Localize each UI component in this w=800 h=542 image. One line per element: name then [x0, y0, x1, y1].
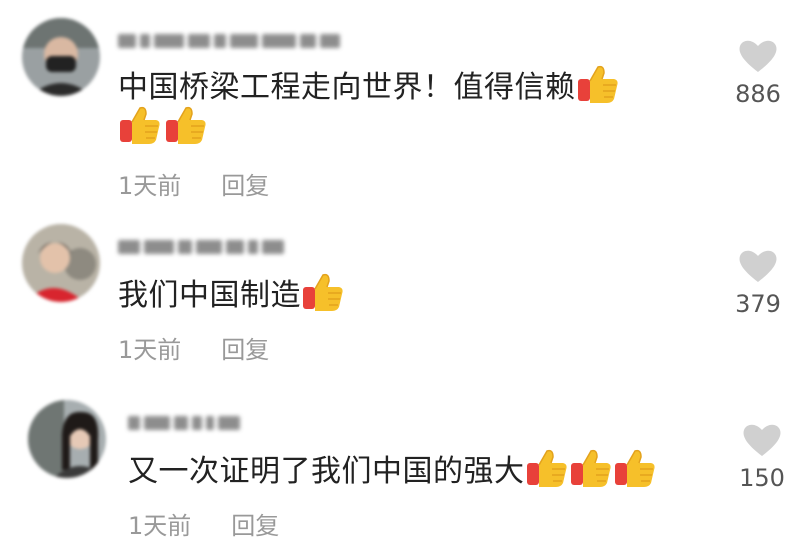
like-button[interactable]: 379 [718, 248, 798, 318]
username-blurred[interactable] [118, 30, 340, 52]
avatar[interactable] [22, 18, 100, 96]
comment-meta: 1天前 回复 [128, 506, 279, 541]
heart-icon [722, 422, 800, 458]
thumbs-up-emoji [118, 104, 162, 146]
thumbs-up-emoji [613, 447, 657, 489]
heart-icon [718, 248, 798, 284]
comment-time: 1天前 [118, 172, 182, 200]
thumbs-up-emoji [576, 63, 620, 105]
reply-button[interactable]: 回复 [221, 166, 269, 201]
comment-time: 1天前 [118, 336, 182, 364]
like-count: 379 [735, 290, 781, 318]
reply-button[interactable]: 回复 [221, 330, 269, 365]
heart-icon [718, 38, 798, 74]
comment-text: 我们中国制造 [118, 270, 345, 314]
thumbs-up-emoji [164, 104, 208, 146]
like-button[interactable]: 150 [722, 422, 800, 492]
comment-item-2: 我们中国制造 1天前 回复 379 [0, 200, 800, 370]
comment-item-3: 又一次证明了我们中国的强大 1天前 回复 150 [0, 370, 800, 542]
username-blurred[interactable] [118, 236, 284, 258]
avatar[interactable] [28, 400, 106, 478]
emoji-row [118, 104, 208, 146]
comment-meta: 1天前 回复 [118, 166, 269, 201]
comment-item-1: 中国桥梁工程走向世界！值得信赖 1天前 回复 886 [0, 0, 800, 200]
comment-time: 1天前 [128, 512, 192, 540]
comment-text: 中国桥梁工程走向世界！值得信赖 [118, 62, 620, 106]
like-count: 886 [735, 80, 781, 108]
thumbs-up-emoji [569, 447, 613, 489]
username-blurred[interactable] [128, 412, 240, 434]
comment-text: 又一次证明了我们中国的强大 [128, 446, 657, 490]
thumbs-up-emoji [301, 271, 345, 313]
like-button[interactable]: 886 [718, 38, 798, 108]
comment-meta: 1天前 回复 [118, 330, 269, 365]
thumbs-up-emoji [525, 447, 569, 489]
avatar[interactable] [22, 224, 100, 302]
like-count: 150 [739, 464, 785, 492]
reply-button[interactable]: 回复 [231, 506, 279, 541]
